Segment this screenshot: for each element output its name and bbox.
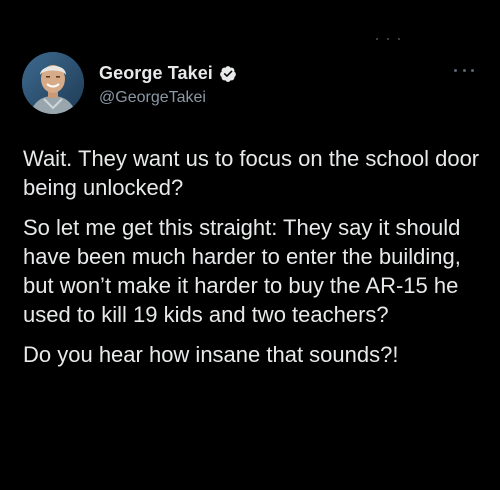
author-display-name[interactable]: George Takei bbox=[99, 63, 213, 84]
author-handle[interactable]: @GeorgeTakei bbox=[99, 89, 206, 107]
tweet-paragraph: Wait. They want us to focus on the schoo… bbox=[23, 146, 480, 200]
author-name-row: George Takei bbox=[99, 63, 237, 84]
top-edge-artifact bbox=[376, 38, 400, 42]
tweet-card: George Takei @GeorgeTakei Wait. They wan… bbox=[0, 0, 500, 490]
avatar-photo bbox=[22, 52, 84, 114]
tweet-paragraph: So let me get this straight: They say it… bbox=[23, 215, 461, 327]
avatar[interactable] bbox=[22, 52, 84, 114]
verified-badge-icon bbox=[219, 65, 237, 83]
tweet-text: Wait. They want us to focus on the schoo… bbox=[23, 144, 483, 380]
tweet-paragraph: Do you hear how insane that sounds?! bbox=[23, 342, 399, 367]
more-options-icon[interactable] bbox=[454, 64, 474, 76]
